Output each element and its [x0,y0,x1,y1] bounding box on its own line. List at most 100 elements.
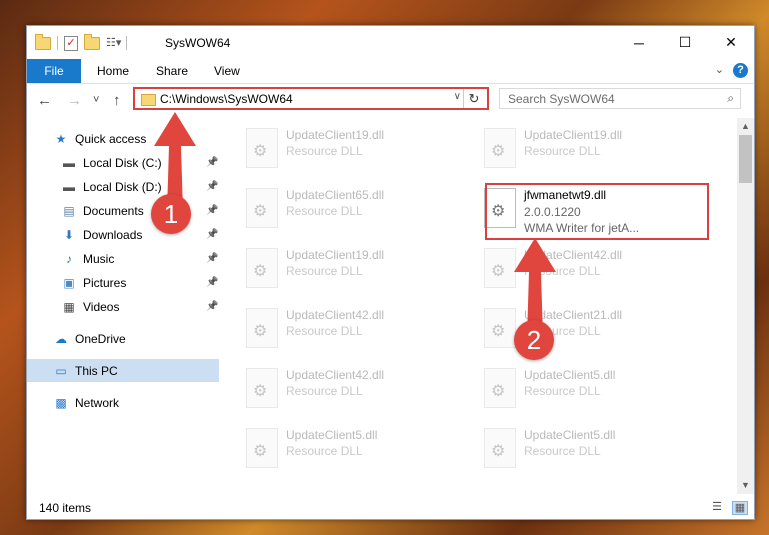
sidebar-item-label: Pictures [83,275,127,290]
tab-view[interactable]: View [214,59,240,83]
title-bar: ✓ ☷▾ SysWOW64 ─ ☐ ✕ [27,26,754,59]
pin-icon[interactable]: 📌 [206,301,218,312]
minimize-button[interactable]: ─ [616,26,662,59]
step-badge-1: 1 [151,194,191,234]
file-list: UpdateClient19.dll Resource DLL UpdateClie… [220,118,737,494]
file-description: Resource DLL [286,264,363,278]
scroll-up-icon[interactable]: ▲ [737,118,754,135]
documents-icon: ▤ [63,203,75,218]
sidebar-item-pictures[interactable]: ▣ Pictures 📌 [27,271,219,294]
file-name: UpdateClient65.dll [286,188,385,202]
star-icon: ★ [55,131,67,146]
properties-icon[interactable]: ✓ [64,35,78,51]
onedrive-icon: ☁ [55,331,67,346]
drive-icon: ▬ [63,155,75,170]
address-bar[interactable]: C:\Windows\SysWOW64 ∨ ↻ [133,87,489,110]
details-view-icon[interactable]: ☰ [710,501,724,513]
vertical-scrollbar[interactable]: ▲ ▼ [737,118,754,494]
customize-qat-icon[interactable]: ☷▾ [106,36,121,50]
refresh-button[interactable]: ↻ [463,89,484,108]
pin-icon[interactable]: 📌 [206,205,218,216]
sidebar-item-label: Downloads [83,227,143,242]
address-dropdown-icon[interactable]: ∨ [454,91,461,102]
sidebar-item-label: Network [75,395,120,410]
item-count: 140 items [39,501,92,515]
dll-file-icon [484,428,516,468]
expand-ribbon-icon[interactable]: ⌄ [715,63,724,76]
pictures-icon: ▣ [63,275,75,290]
file-description: Resource DLL [286,144,363,158]
maximize-button[interactable]: ☐ [662,26,708,59]
sidebar-item-downloads[interactable]: ⬇ Downloads 📌 [27,223,219,246]
file-item[interactable]: UpdateClient19.dll Resource DLL [240,124,460,176]
sidebar-item-label: This PC [75,363,118,378]
dll-file-icon [484,368,516,408]
search-placeholder: Search SysWOW64 [508,92,615,106]
forward-button[interactable]: → [67,92,82,109]
file-item[interactable]: UpdateClient19.dll Resource DLL [478,124,698,176]
tab-home[interactable]: Home [97,59,129,83]
pin-icon[interactable]: 📌 [206,181,218,192]
search-icon[interactable]: ⌕ [727,91,734,106]
sidebar-item-videos[interactable]: ▦ Videos 📌 [27,295,219,318]
folder-icon [35,33,51,50]
sidebar-item-this-pc[interactable]: ▭ This PC [27,359,219,382]
pin-icon[interactable]: 📌 [206,157,218,168]
sidebar-item-music[interactable]: ♪ Music 📌 [27,247,219,270]
file-item[interactable]: UpdateClient5.dll Resource DLL [240,424,460,476]
pin-icon[interactable]: 📌 [206,277,218,288]
tab-file[interactable]: File [27,59,81,83]
downloads-icon: ⬇ [63,227,75,242]
pin-icon[interactable]: 📌 [206,229,218,240]
tab-share[interactable]: Share [156,59,188,83]
file-description: Resource DLL [286,324,363,338]
music-icon: ♪ [66,251,72,266]
scroll-thumb[interactable] [739,135,752,183]
file-item[interactable]: UpdateClient65.dll Resource DLL [240,184,460,236]
dll-file-icon [246,248,278,288]
dll-file-icon [484,128,516,168]
back-button[interactable]: ← [37,92,52,109]
new-folder-icon[interactable] [84,33,100,50]
file-name: UpdateClient5.dll [524,428,616,442]
address-path[interactable]: C:\Windows\SysWOW64 [160,92,293,106]
file-item[interactable]: UpdateClient5.dll Resource DLL [478,424,698,476]
search-input[interactable]: Search SysWOW64 ⌕ [499,88,741,109]
close-button[interactable]: ✕ [708,26,754,59]
sidebar-item-onedrive[interactable]: ☁ OneDrive [27,327,219,350]
file-item[interactable]: UpdateClient42.dll Resource DLL [240,304,460,356]
highlight-box [485,183,709,240]
scroll-down-icon[interactable]: ▼ [737,477,754,494]
ribbon: File Home Share View ⌄ ? [27,59,754,84]
dll-file-icon [246,128,278,168]
drive-icon: ▬ [63,179,75,194]
large-icons-view-icon[interactable]: ▦ [732,501,748,515]
sidebar-item-label: Documents [83,203,144,218]
file-name: UpdateClient42.dll [286,368,385,382]
explorer-window: ✓ ☷▾ SysWOW64 ─ ☐ ✕ File Home Share View… [26,25,755,520]
file-item[interactable]: UpdateClient19.dll Resource DLL [240,244,460,296]
file-item[interactable]: UpdateClient5.dll Resource DLL [478,364,698,416]
file-item[interactable]: UpdateClient42.dll Resource DLL [240,364,460,416]
dll-file-icon [246,188,278,228]
dll-file-icon [246,428,278,468]
network-icon: ▩ [55,395,67,410]
sidebar-item-label: OneDrive [75,331,126,346]
file-description: Resource DLL [286,444,363,458]
quick-access-toolbar: ✓ ☷▾ [35,33,127,51]
file-name: UpdateClient19.dll [286,128,385,142]
up-button[interactable]: ↑ [113,92,121,109]
status-bar: 140 items ☰ ▦ [27,496,754,518]
dll-file-icon [246,308,278,348]
sidebar-item-network[interactable]: ▩ Network [27,391,219,414]
recent-locations-button[interactable]: ˅ [93,94,99,106]
file-description: Resource DLL [524,384,601,398]
file-name: UpdateClient5.dll [524,368,616,382]
dll-file-icon [246,368,278,408]
pin-icon[interactable]: 📌 [206,253,218,264]
file-name: UpdateClient42.dll [286,308,385,322]
file-name: UpdateClient5.dll [286,428,378,442]
help-icon[interactable]: ? [733,63,748,78]
sidebar-item-label: Music [83,251,115,266]
file-name: UpdateClient19.dll [286,248,385,262]
